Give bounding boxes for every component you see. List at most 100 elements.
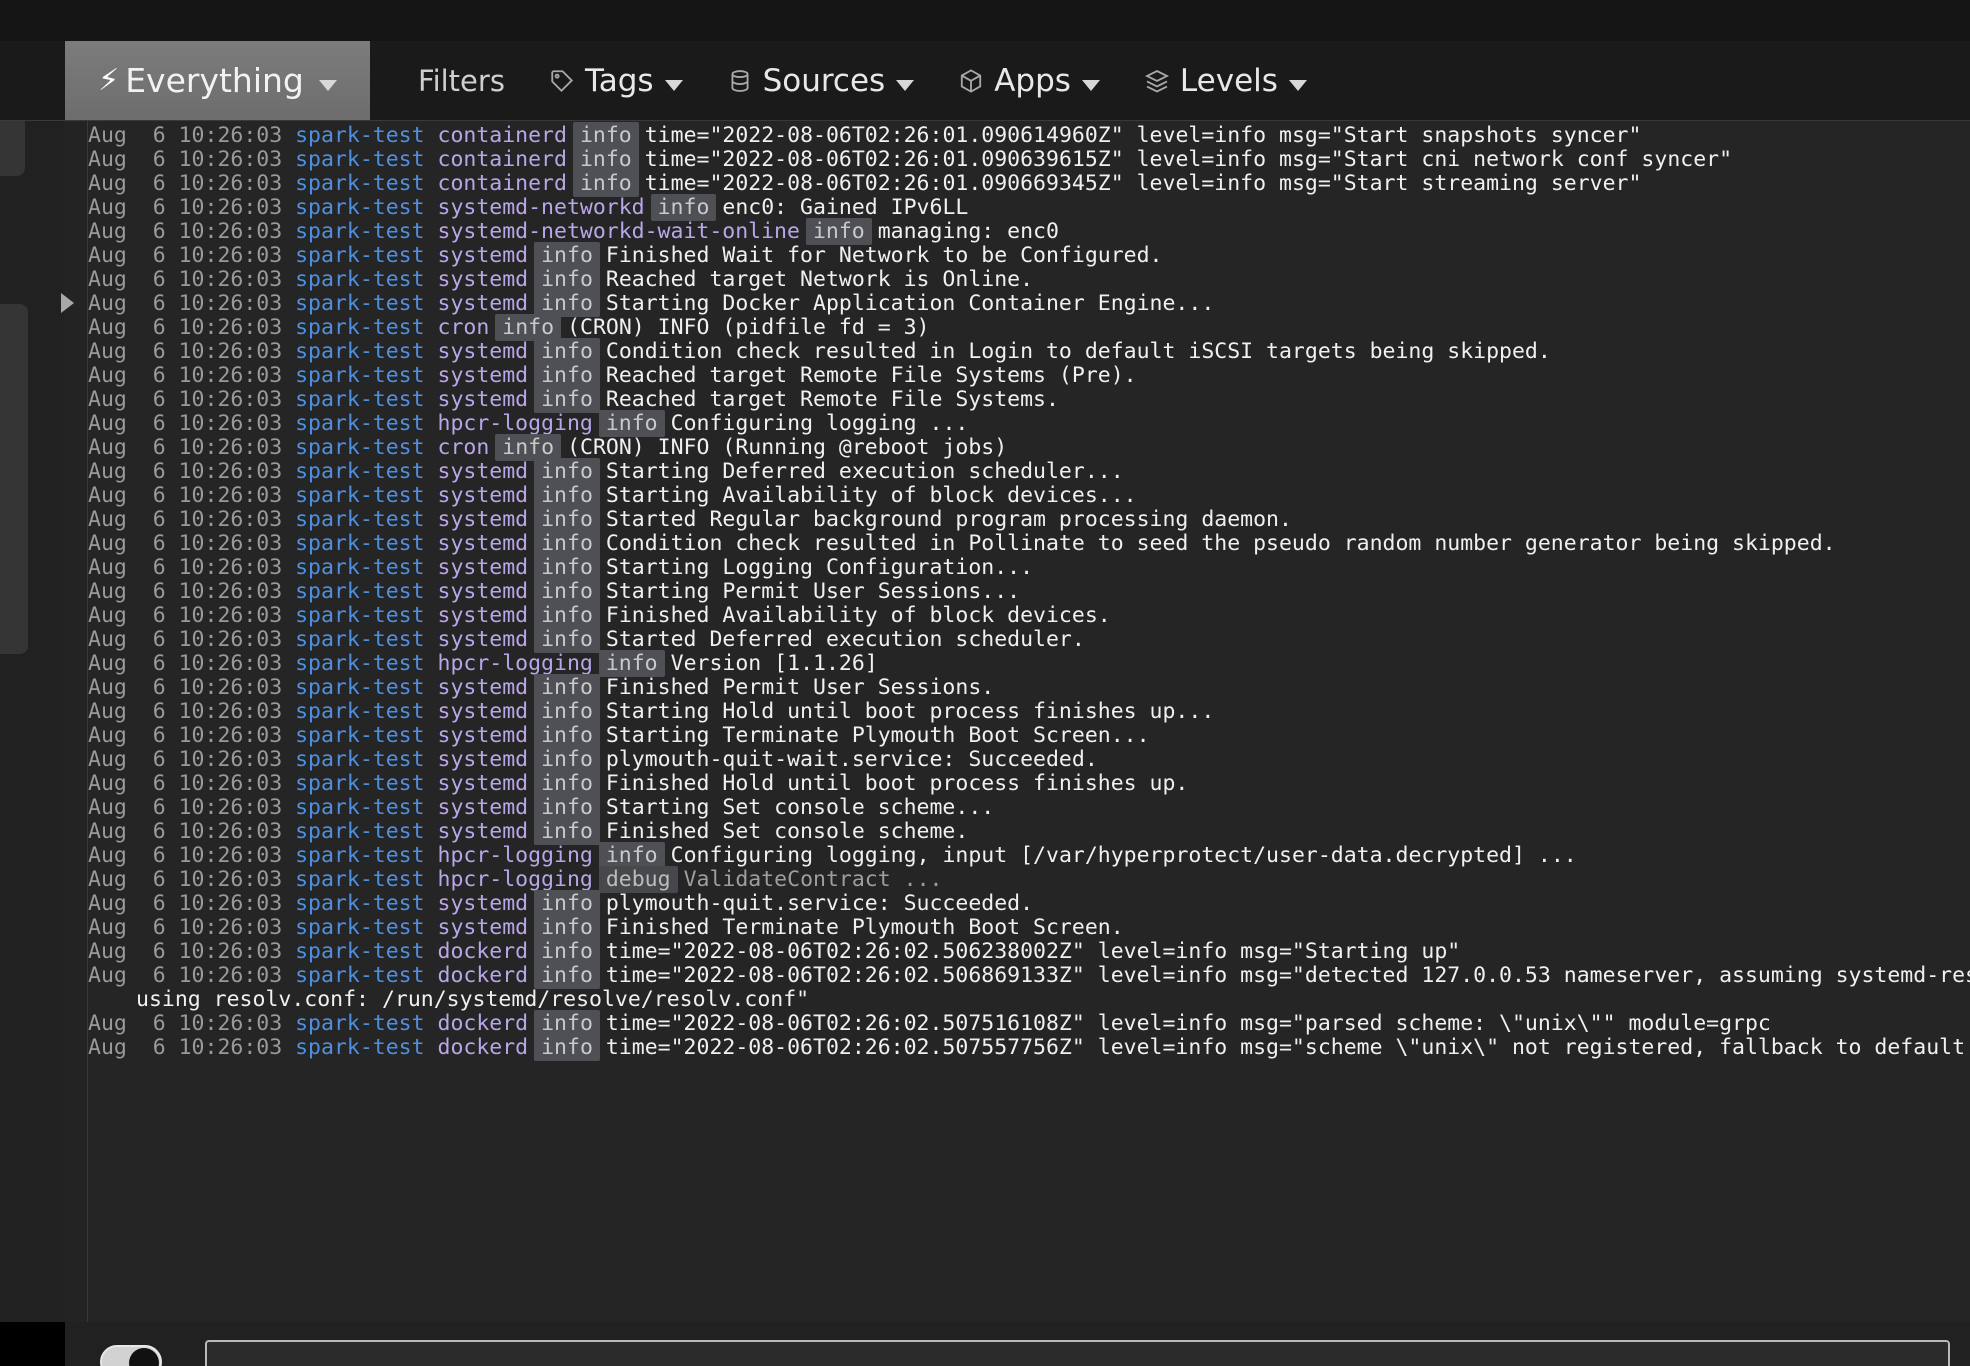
log-row[interactable]: Aug 6 10:26:03 spark-test systemd info Fin… [88, 818, 1970, 845]
log-row[interactable]: Aug 6 10:26:03 spark-test systemd info Sta… [88, 506, 1970, 533]
log-host: spark-test [295, 939, 438, 964]
log-row[interactable]: Aug 6 10:26:03 spark-test hpcr-logging in… [88, 410, 1970, 437]
log-row[interactable]: Aug 6 10:26:03 spark-test systemd info Sta… [88, 698, 1970, 725]
log-process: systemd [437, 387, 529, 412]
log-row[interactable]: Aug 6 10:26:03 spark-test systemd info Fin… [88, 914, 1970, 941]
log-host: spark-test [295, 123, 438, 148]
log-timestamp: Aug 6 10:26:03 [88, 963, 296, 988]
toolbar-item-sources-label: Sources [762, 62, 886, 99]
log-row[interactable]: Aug 6 10:26:03 spark-test systemd info ply… [88, 746, 1970, 773]
log-process: systemd [437, 363, 529, 388]
log-timestamp: Aug 6 10:26:03 [88, 843, 296, 868]
log-level-badge: info [650, 194, 717, 221]
toolbar-item-filters[interactable]: Filters [396, 64, 527, 98]
log-row[interactable]: Aug 6 10:26:03 spark-test cron info (CRON)… [88, 314, 1970, 341]
log-row[interactable]: Aug 6 10:26:03 spark-test containerd info… [88, 122, 1970, 149]
log-process: systemd-networkd [437, 195, 645, 220]
log-timestamp: Aug 6 10:26:03 [88, 1011, 296, 1036]
log-process: containerd [437, 171, 567, 196]
log-row[interactable]: Aug 6 10:26:03 spark-test systemd info Con… [88, 338, 1970, 365]
log-process: containerd [437, 123, 567, 148]
log-row[interactable]: Aug 6 10:26:03 spark-test systemd info Sta… [88, 458, 1970, 485]
log-row[interactable]: Aug 6 10:26:03 spark-test systemd info Sta… [88, 626, 1970, 653]
log-timestamp: Aug 6 10:26:03 [88, 819, 296, 844]
log-row[interactable]: Aug 6 10:26:03 spark-test systemd info Con… [88, 530, 1970, 557]
log-process: systemd [437, 507, 529, 532]
log-row[interactable]: Aug 6 10:26:03 spark-test dockerd info tim… [88, 962, 1970, 989]
log-row[interactable]: Aug 6 10:26:03 spark-test systemd info Fin… [88, 242, 1970, 269]
log-output-list[interactable]: Aug 6 10:26:03 spark-test containerd info… [88, 121, 1970, 1322]
log-row[interactable]: Aug 6 10:26:03 spark-test dockerd info tim… [88, 938, 1970, 965]
triangle-right-icon[interactable] [61, 293, 74, 313]
log-host: spark-test [295, 915, 438, 940]
log-row[interactable]: Aug 6 10:26:03 spark-test systemd info Sta… [88, 578, 1970, 605]
log-row[interactable]: Aug 6 10:26:03 spark-test systemd-networ… [88, 194, 1970, 221]
log-row[interactable]: Aug 6 10:26:03 spark-test systemd info Rea… [88, 386, 1970, 413]
log-row[interactable]: Aug 6 10:26:03 spark-test dockerd info tim… [88, 1010, 1970, 1037]
log-host: spark-test [295, 387, 438, 412]
log-host: spark-test [295, 795, 438, 820]
log-row[interactable]: Aug 6 10:26:03 spark-test systemd info Sta… [88, 722, 1970, 749]
log-row[interactable]: Aug 6 10:26:03 spark-test hpcr-logging de… [88, 866, 1970, 893]
log-timestamp: Aug 6 10:26:03 [88, 483, 296, 508]
log-row[interactable]: Aug 6 10:26:03 spark-test systemd info Rea… [88, 266, 1970, 293]
log-row[interactable]: Aug 6 10:26:03 spark-test containerd info… [88, 146, 1970, 173]
log-level-badge: info [495, 434, 562, 461]
log-host: spark-test [295, 291, 438, 316]
log-row[interactable]: Aug 6 10:26:03 spark-test systemd info Sta… [88, 290, 1970, 317]
log-host: spark-test [295, 843, 438, 868]
log-level-badge: info [534, 914, 600, 941]
rail-card-bottom[interactable] [0, 304, 28, 654]
log-row[interactable]: Aug 6 10:26:03 spark-test systemd info Sta… [88, 794, 1970, 821]
log-row[interactable]: Aug 6 10:26:03 spark-test systemd info Fin… [88, 674, 1970, 701]
log-row[interactable]: Aug 6 10:26:03 spark-test hpcr-logging in… [88, 842, 1970, 869]
log-process: systemd [437, 915, 529, 940]
log-row[interactable]: Aug 6 10:26:03 spark-test hpcr-logging in… [88, 650, 1970, 677]
log-timestamp: Aug 6 10:26:03 [88, 675, 296, 700]
log-message: Configuring logging ... [670, 411, 969, 436]
log-row[interactable]: Aug 6 10:26:03 spark-test systemd info ply… [88, 890, 1970, 917]
tail-toggle[interactable] [100, 1345, 162, 1366]
log-level-badge: info [534, 818, 600, 845]
log-level-badge: info [534, 602, 600, 629]
log-level-badge: info [534, 530, 600, 557]
log-row[interactable]: Aug 6 10:26:03 spark-test systemd info Rea… [88, 362, 1970, 389]
log-host: spark-test [295, 627, 438, 652]
log-message: Starting Availability of block devices..… [605, 483, 1137, 508]
log-row[interactable]: Aug 6 10:26:03 spark-test systemd info Fin… [88, 770, 1970, 797]
log-timestamp: Aug 6 10:26:03 [88, 627, 296, 652]
log-row[interactable]: Aug 6 10:26:03 spark-test systemd-networ… [88, 218, 1970, 245]
log-row[interactable]: Aug 6 10:26:03 spark-test containerd info… [88, 170, 1970, 197]
log-host: spark-test [295, 411, 438, 436]
log-message: Starting Logging Configuration... [605, 555, 1034, 580]
log-timestamp: Aug 6 10:26:03 [88, 195, 296, 220]
chevron-down-icon [896, 80, 915, 91]
log-row[interactable]: Aug 6 10:26:03 spark-test cron info (CRON)… [88, 434, 1970, 461]
log-process: systemd [437, 555, 529, 580]
log-message: Starting Docker Application Container En… [605, 291, 1215, 316]
tab-everything-label: Everything [125, 61, 304, 100]
toolbar-item-sources[interactable]: Sources [705, 63, 937, 99]
toolbar-item-levels[interactable]: Levels [1122, 63, 1329, 99]
log-host: spark-test [295, 459, 438, 484]
log-timestamp: Aug 6 10:26:03 [88, 387, 296, 412]
tab-everything[interactable]: ⚡ Everything [65, 41, 370, 120]
log-row[interactable]: Aug 6 10:26:03 spark-test systemd info Sta… [88, 482, 1970, 509]
toolbar-item-tags[interactable]: Tags [527, 63, 705, 99]
log-row[interactable]: Aug 6 10:26:03 spark-test systemd info Sta… [88, 554, 1970, 581]
log-timestamp: Aug 6 10:26:03 [88, 579, 296, 604]
log-process: dockerd [437, 963, 529, 988]
log-timestamp: Aug 6 10:26:03 [88, 603, 296, 628]
log-host: spark-test [295, 771, 438, 796]
log-level-badge: info [534, 938, 600, 965]
toolbar-item-apps[interactable]: Apps [936, 63, 1122, 99]
log-row[interactable]: Aug 6 10:26:03 spark-test dockerd info tim… [88, 1034, 1970, 1061]
log-host: spark-test [295, 147, 438, 172]
search-input[interactable] [205, 1340, 1950, 1366]
layers-icon [1144, 68, 1170, 94]
log-host: spark-test [295, 339, 438, 364]
log-row[interactable]: Aug 6 10:26:03 spark-test systemd info Fin… [88, 602, 1970, 629]
log-process: systemd [437, 267, 529, 292]
log-level-badge: info [495, 314, 562, 341]
log-message: Version [1.1.26] [670, 651, 878, 676]
